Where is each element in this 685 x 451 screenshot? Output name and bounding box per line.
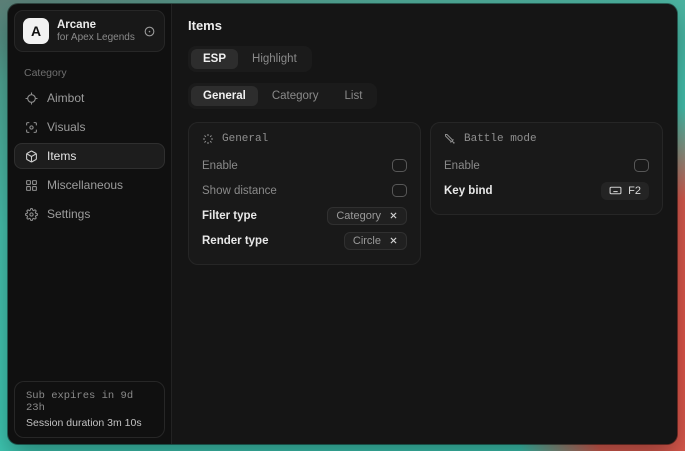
sidebar-item-settings[interactable]: Settings: [14, 201, 165, 227]
sidebar-item-items[interactable]: Items: [14, 143, 165, 169]
grid-icon: [25, 179, 38, 192]
sidebar-item-label: Items: [47, 149, 76, 163]
general-card: General Enable Show distance Filter type…: [188, 122, 421, 265]
target-icon[interactable]: [143, 25, 156, 38]
tab-esp[interactable]: ESP: [191, 49, 238, 69]
main-panel: Items ESP Highlight General Category Lis…: [171, 4, 677, 444]
card-title: Battle mode: [464, 133, 537, 145]
session-duration-text: Session duration 3m 10s: [26, 417, 153, 429]
sidebar-item-label: Aimbot: [47, 91, 84, 105]
show-distance-checkbox[interactable]: [392, 184, 407, 197]
category-section-label: Category: [24, 67, 165, 79]
logo-letter: A: [31, 23, 41, 39]
box-icon: [25, 150, 38, 163]
setting-row-filter-type: Filter type Category: [202, 203, 407, 228]
app-window: A Arcane for Apex Legends Category A: [8, 4, 677, 444]
subscription-info-box: Sub expires in 9d 23h Session duration 3…: [14, 381, 165, 438]
sword-icon: [444, 133, 456, 145]
sidebar-item-label: Settings: [47, 207, 90, 221]
sidebar-item-aimbot[interactable]: Aimbot: [14, 85, 165, 111]
mode-tab-group: ESP Highlight: [188, 46, 312, 72]
app-subtitle: for Apex Legends: [57, 32, 135, 43]
close-icon[interactable]: [389, 236, 398, 245]
setting-row-show-distance: Show distance: [202, 178, 407, 203]
page-title: Items: [188, 18, 663, 33]
render-type-select[interactable]: Circle: [344, 232, 407, 250]
tab-category[interactable]: Category: [260, 86, 331, 106]
crosshair-icon: [25, 92, 38, 105]
app-logo: A: [23, 18, 49, 44]
sidebar-nav: Aimbot Visuals Items: [14, 85, 165, 227]
tab-general[interactable]: General: [191, 86, 258, 106]
gear-icon: [25, 208, 38, 221]
key-bind-value: F2: [628, 185, 641, 197]
sidebar-item-visuals[interactable]: Visuals: [14, 114, 165, 140]
setting-row-enable: Enable: [202, 153, 407, 178]
filter-type-select[interactable]: Category: [327, 207, 407, 225]
card-title: General: [222, 133, 268, 145]
app-name: Arcane: [57, 19, 135, 31]
sparkle-icon: [202, 133, 214, 145]
eye-scan-icon: [25, 121, 38, 134]
view-tab-group: General Category List: [188, 83, 377, 109]
battle-enable-checkbox[interactable]: [634, 159, 649, 172]
tab-list[interactable]: List: [333, 86, 375, 106]
key-bind-button[interactable]: F2: [601, 182, 649, 200]
sidebar: A Arcane for Apex Legends Category A: [8, 4, 171, 444]
close-icon[interactable]: [389, 211, 398, 220]
sidebar-item-miscellaneous[interactable]: Miscellaneous: [14, 172, 165, 198]
setting-row-render-type: Render type Circle: [202, 228, 407, 253]
battle-mode-card: Battle mode Enable Key bind F2: [430, 122, 663, 215]
brand-card: A Arcane for Apex Legends: [14, 10, 165, 52]
sidebar-item-label: Visuals: [47, 120, 85, 134]
setting-row-key-bind: Key bind F2: [444, 178, 649, 203]
keyboard-icon: [609, 184, 622, 197]
setting-row-enable: Enable: [444, 153, 649, 178]
sub-expiry-text: Sub expires in 9d 23h: [26, 390, 153, 414]
sidebar-item-label: Miscellaneous: [47, 178, 123, 192]
tab-highlight[interactable]: Highlight: [240, 49, 309, 69]
enable-checkbox[interactable]: [392, 159, 407, 172]
